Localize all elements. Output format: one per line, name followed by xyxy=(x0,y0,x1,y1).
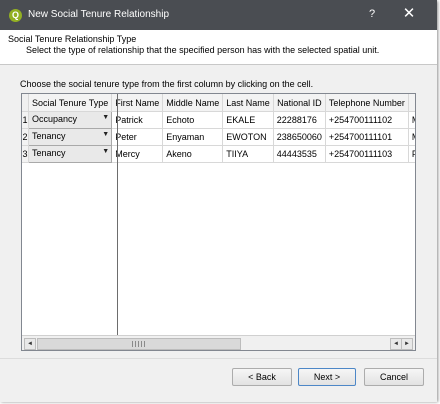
table-cell[interactable]: 44443535 xyxy=(273,145,326,163)
table-cell[interactable]: Echoto xyxy=(162,111,224,129)
tenure-type-value: Tenancy xyxy=(32,131,66,141)
table-cell[interactable]: Mercy xyxy=(111,145,164,163)
table-cell[interactable]: Enyaman xyxy=(162,128,224,146)
table-row: 1 Occupancy ▼ Patrick Echoto EKALE 222881… xyxy=(22,111,415,129)
column-header[interactable]: Middle Name xyxy=(162,94,224,112)
scrollbar-grip xyxy=(132,341,146,347)
tenure-type-value: Tenancy xyxy=(32,148,66,158)
table-row: 2 Tenancy ▼ Peter Enyaman EWOTON 23865006… xyxy=(22,128,415,146)
table-row: 3 Tenancy ▼ Mercy Akeno TIIYA 44443535 +2… xyxy=(22,145,415,163)
tenure-type-value: Occupancy xyxy=(32,114,78,124)
qgis-app-icon: Q xyxy=(9,9,22,22)
table-cell[interactable]: +254700111101 xyxy=(325,128,409,146)
instructions-label: Choose the social tenure type from the f… xyxy=(20,79,314,89)
table-cell[interactable]: EWOTON xyxy=(222,128,274,146)
table-cell[interactable]: 22288176 xyxy=(273,111,326,129)
help-icon[interactable]: ? xyxy=(364,8,380,20)
cancel-button[interactable]: Cancel xyxy=(364,368,424,386)
frozen-column-divider xyxy=(117,94,118,335)
title-bar[interactable]: Q New Social Tenure Relationship ? ✕ xyxy=(0,0,437,30)
button-bar: < Back Next > Cancel xyxy=(0,358,437,402)
page-subtitle: Select the type of relationship that the… xyxy=(26,45,380,55)
chevron-down-icon[interactable]: ▼ xyxy=(102,148,109,155)
tenure-type-combobox[interactable]: Occupancy ▼ xyxy=(27,111,113,129)
table-cell[interactable]: Patrick xyxy=(111,111,164,129)
table-cell[interactable]: +254700111102 xyxy=(325,111,409,129)
chevron-down-icon[interactable]: ▼ xyxy=(102,131,109,138)
table-cell[interactable]: +254700111103 xyxy=(325,145,409,163)
tenure-type-combobox[interactable]: Tenancy ▼ xyxy=(27,128,113,146)
table-cell[interactable]: TIIYA xyxy=(222,145,274,163)
new-social-tenure-dialog: Q New Social Tenure Relationship ? ✕ Soc… xyxy=(0,0,437,402)
window-title: New Social Tenure Relationship xyxy=(28,9,170,20)
table-cell[interactable]: Akeno xyxy=(162,145,224,163)
horizontal-scrollbar[interactable]: ◄ ◄ ► xyxy=(22,335,415,350)
column-header[interactable]: Last Name xyxy=(222,94,274,112)
table-cell[interactable]: Peter xyxy=(111,128,164,146)
tenure-type-combobox[interactable]: Tenancy ▼ xyxy=(27,145,113,163)
table-cell[interactable]: EKALE xyxy=(222,111,274,129)
column-header[interactable] xyxy=(408,94,415,112)
scrollbar-thumb[interactable] xyxy=(37,338,241,350)
chevron-down-icon[interactable]: ▼ xyxy=(102,114,109,121)
column-header[interactable]: National ID xyxy=(273,94,326,112)
scroll-left-icon[interactable]: ◄ xyxy=(24,338,36,350)
wizard-header: Social Tenure Relationship Type Select t… xyxy=(0,30,437,65)
column-header[interactable]: Social Tenure Type xyxy=(28,94,113,112)
scroll-right-icon[interactable]: ► xyxy=(401,338,413,350)
table-cell[interactable]: M xyxy=(408,111,415,129)
page-title: Social Tenure Relationship Type xyxy=(8,34,137,44)
back-button[interactable]: < Back xyxy=(232,368,292,386)
column-header[interactable]: Telephone Number xyxy=(325,94,409,112)
tenure-table: Social Tenure Type First Name Middle Nam… xyxy=(21,93,416,351)
column-header[interactable]: First Name xyxy=(111,94,164,112)
table-cell[interactable]: Fe xyxy=(408,145,415,163)
next-button[interactable]: Next > xyxy=(298,368,356,386)
table-cell[interactable]: 238650060 xyxy=(273,128,326,146)
close-icon[interactable]: ✕ xyxy=(401,6,417,22)
table-header-row: Social Tenure Type First Name Middle Nam… xyxy=(22,94,415,112)
table-cell[interactable]: M xyxy=(408,128,415,146)
